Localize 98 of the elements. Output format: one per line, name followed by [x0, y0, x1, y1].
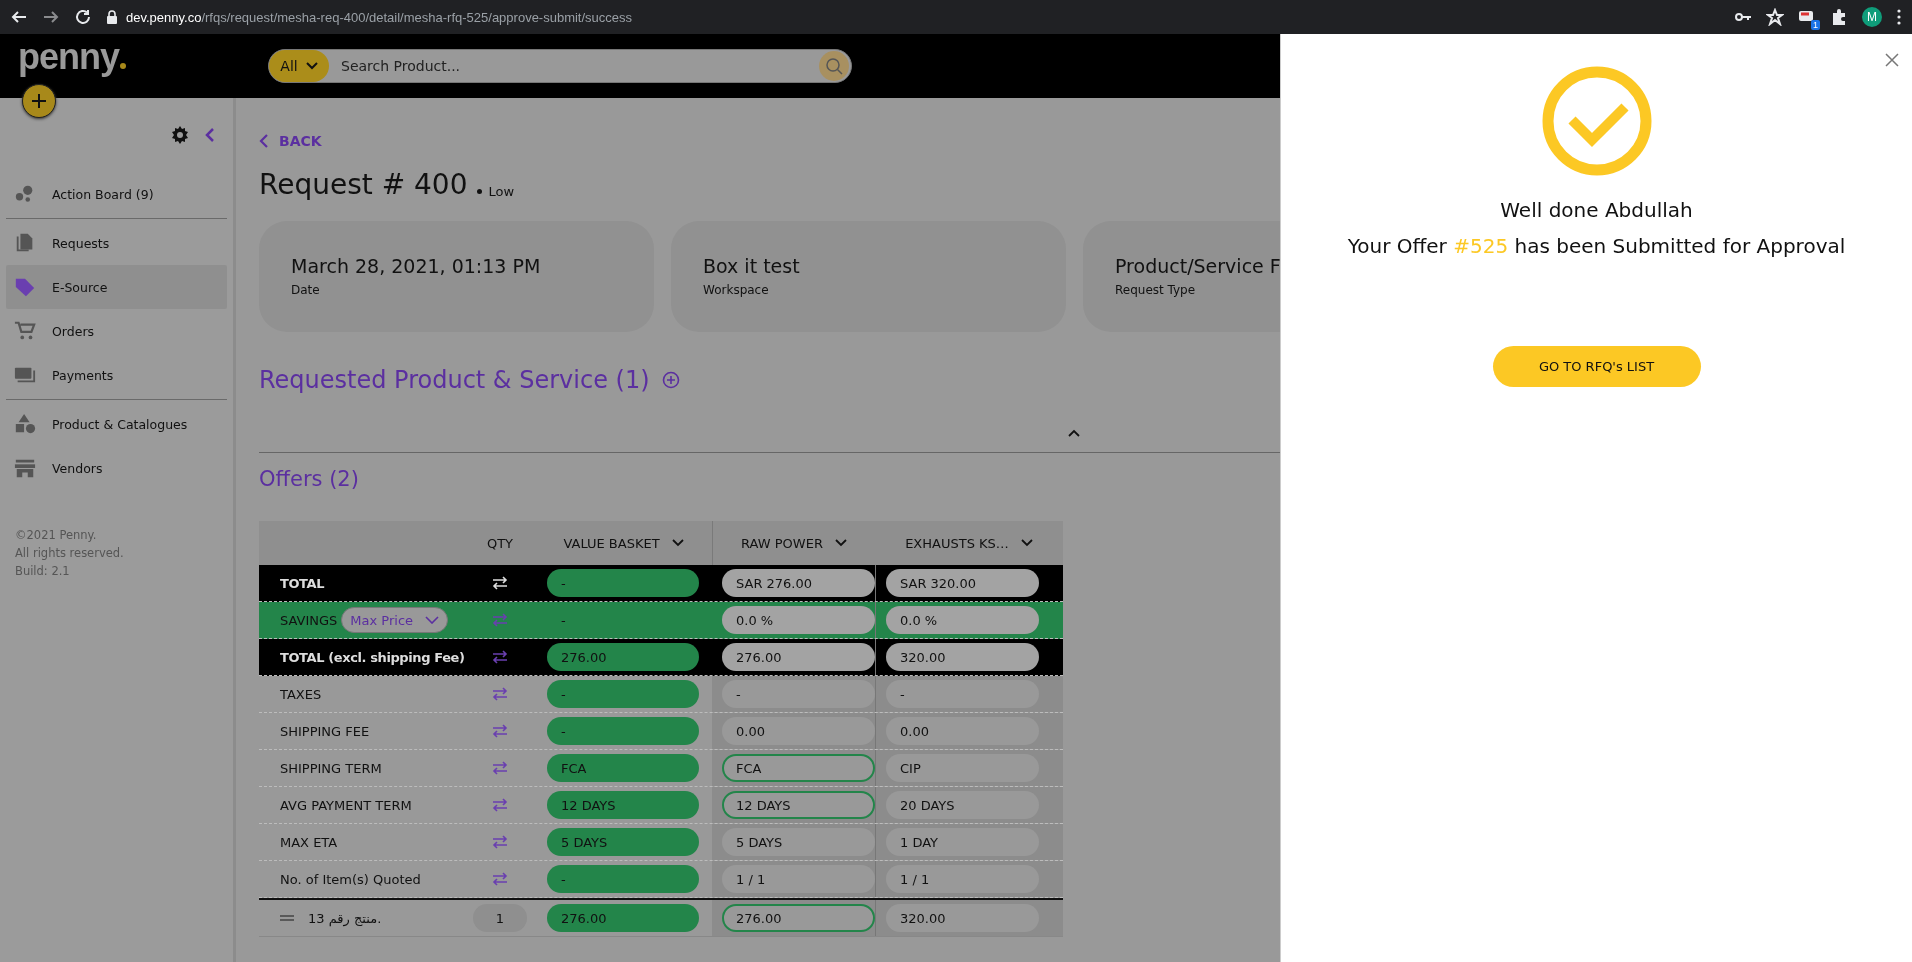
penny-logo[interactable]: penny — [18, 36, 126, 77]
drag-handle-icon[interactable] — [280, 914, 294, 922]
success-heading: Well done Abdullah — [1500, 198, 1693, 222]
row-label: TOTAL (excl. shipping Fee) — [280, 649, 465, 665]
row-label: SHIPPING FEE — [280, 723, 370, 739]
value-pill: - — [886, 680, 1039, 708]
url-text[interactable]: dev.penny.co/rfqs/request/mesha-req-400/detail/mesha-rfq-525/approve-submit/success — [126, 9, 633, 25]
card-value: March 28, 2021, 01:13 PM — [291, 255, 542, 277]
value-pill: 0.0 % — [886, 606, 1039, 634]
quantity-field[interactable]: 1 — [473, 904, 527, 932]
priority-label: Low — [488, 184, 515, 199]
value-pill: CIP — [886, 754, 1039, 782]
value-pill: - — [547, 865, 699, 893]
page-title: Request # 400 — [259, 168, 468, 201]
value-pill: - — [547, 569, 699, 597]
row-label: منتج رقم 13. — [308, 910, 382, 926]
chevron-left-icon[interactable] — [259, 133, 269, 149]
chevron-down-icon[interactable] — [834, 539, 847, 547]
puzzle-icon[interactable] — [1830, 8, 1848, 26]
add-circle-icon[interactable] — [661, 371, 680, 389]
success-message: Your Offer #525 has been Submitted for Approval — [1347, 234, 1846, 258]
profile-avatar[interactable]: M — [1862, 7, 1882, 27]
card-label: Date — [291, 283, 321, 297]
column-header: RAW POWER — [741, 535, 823, 551]
value-pill: 276.00 — [547, 904, 699, 932]
bullet-icon — [477, 189, 483, 194]
sidebar-item[interactable]: Action Board (9) — [6, 172, 227, 216]
section-heading: Requested Product & Service (1) — [259, 366, 650, 394]
value-pill: 1 / 1 — [722, 865, 875, 893]
value-pill: 276.00 — [722, 904, 875, 932]
more-icon[interactable] — [1896, 8, 1902, 26]
value-pill: 12 DAYS — [547, 791, 699, 819]
section-heading: Offers (2) — [259, 467, 360, 491]
sidebar-item[interactable]: Requests — [6, 221, 227, 265]
value-pill: 5 DAYS — [722, 828, 875, 856]
scope-dropdown[interactable]: All — [269, 50, 329, 82]
row-label: TOTAL — [280, 575, 325, 591]
row-label: SHIPPING TERM — [280, 760, 382, 776]
tag-icon — [14, 276, 36, 298]
value-pill: SAR 320.00 — [886, 569, 1039, 597]
search-button[interactable] — [819, 51, 849, 81]
sidebar-item[interactable]: Product & Catalogues — [6, 402, 227, 446]
cart-icon — [14, 320, 36, 342]
chevron-up-icon[interactable] — [1067, 428, 1081, 438]
value-pill: 12 DAYS — [722, 791, 875, 819]
star-icon[interactable] — [1766, 8, 1784, 26]
column-header: VALUE BASKET — [563, 535, 660, 551]
card-label: Request Type — [1115, 283, 1197, 297]
footer-text: All rights reserved. — [15, 545, 125, 562]
value-pill: 0.0 % — [722, 606, 875, 634]
card-value: Product/Service F — [1115, 255, 1280, 277]
value-pill: - — [547, 680, 699, 708]
sidebar-item[interactable]: Orders — [6, 309, 227, 353]
row-label: MAX ETA — [280, 834, 338, 850]
value-pill: 320.00 — [886, 643, 1039, 671]
value-pill: 0.00 — [886, 717, 1039, 745]
reload-icon[interactable] — [74, 8, 92, 26]
collapse-chevron-icon[interactable] — [205, 127, 215, 143]
column-header: EXHAUSTS KS… — [905, 535, 1009, 551]
close-button[interactable] — [1884, 52, 1900, 68]
table-cell-text: - — [560, 612, 566, 628]
card-value: Box it test — [703, 255, 801, 277]
value-pill: FCA — [547, 754, 699, 782]
value-pill: SAR 276.00 — [722, 569, 875, 597]
value-pill: 1 DAY — [886, 828, 1039, 856]
row-label: AVG PAYMENT TERM — [280, 797, 412, 813]
chevron-down-icon[interactable] — [425, 616, 440, 624]
value-pill: FCA — [722, 754, 875, 782]
chevron-down-icon[interactable] — [671, 539, 684, 547]
value-pill: - — [722, 680, 875, 708]
value-pill: 5 DAYS — [547, 828, 699, 856]
row-label: No. of Item(s) Quoted — [280, 871, 421, 887]
value-pill: 1 / 1 — [886, 865, 1039, 893]
value-pill: 20 DAYS — [886, 791, 1039, 819]
settings-icon[interactable] — [171, 126, 189, 144]
rfq-list-button[interactable]: GO TO RFQ's LIST — [1492, 346, 1701, 387]
card-label: Workspace — [703, 283, 770, 297]
footer-text: ©2021 Penny. — [15, 527, 98, 544]
footer-text: Build: 2.1 — [15, 563, 71, 580]
column-header: QTY — [486, 535, 514, 551]
value-pill: 276.00 — [722, 643, 875, 671]
value-pill: 276.00 — [547, 643, 699, 671]
sidebar-item[interactable]: E-Source — [6, 265, 227, 309]
value-pill: - — [547, 717, 699, 745]
plus-icon[interactable] — [31, 93, 47, 109]
shapes-icon — [14, 413, 36, 435]
lock-icon — [106, 10, 118, 24]
row-label: SAVINGS — [280, 612, 338, 628]
chevron-down-icon[interactable] — [305, 62, 318, 70]
value-pill: 320.00 — [886, 904, 1039, 932]
sidebar-item[interactable]: Vendors — [6, 446, 227, 490]
row-label: TAXES — [280, 686, 322, 702]
search-field[interactable]: All Search Product... — [268, 49, 852, 83]
storefront-icon — [14, 457, 36, 479]
sidebar-item[interactable]: Payments — [6, 353, 227, 397]
chevron-down-icon[interactable] — [1020, 539, 1033, 547]
check-circle-icon — [1541, 66, 1652, 176]
value-pill: 0.00 — [722, 717, 875, 745]
